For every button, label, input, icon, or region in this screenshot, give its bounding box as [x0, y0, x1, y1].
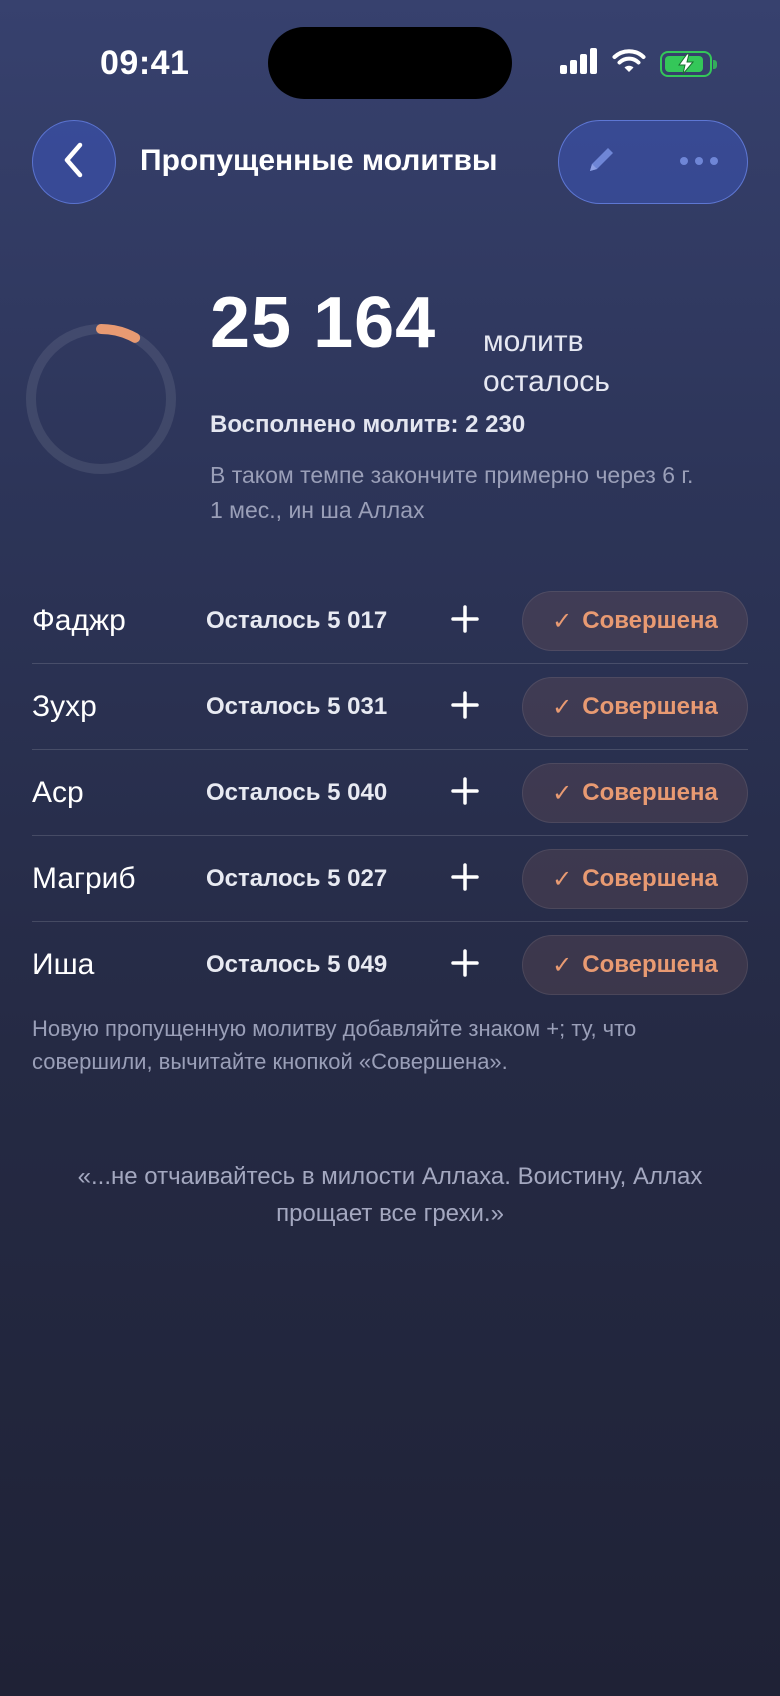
plus-icon: [451, 690, 479, 724]
prayer-name: Магриб: [32, 862, 136, 895]
checkmark-icon: ✓: [552, 607, 573, 635]
checkmark-icon: ✓: [552, 693, 573, 721]
prayer-row-dhuhr: Зухр Осталось 5 031 ✓ Совершена: [32, 664, 748, 750]
mark-done-button[interactable]: ✓ Совершена: [522, 849, 748, 909]
prayer-remaining: Осталось 5 017: [206, 607, 388, 634]
status-bar: 09:41: [0, 0, 780, 120]
add-missed-button[interactable]: [444, 772, 486, 814]
more-button[interactable]: [679, 153, 719, 171]
page-title: Пропущенные молитвы: [140, 144, 498, 177]
remaining-prayers-unit: молитв осталось: [483, 325, 610, 398]
prayer-remaining: Осталось 5 027: [206, 865, 388, 892]
mark-done-button[interactable]: ✓ Совершена: [522, 935, 748, 995]
add-missed-button[interactable]: [444, 858, 486, 900]
mark-done-label: Совершена: [582, 951, 718, 978]
progress-ring: [24, 322, 178, 476]
prayer-name: Аср: [32, 776, 84, 809]
add-missed-button[interactable]: [444, 600, 486, 642]
battery-charging-icon: [660, 50, 717, 77]
prayer-name: Зухр: [32, 690, 97, 723]
prayer-row-maghrib: Магриб Осталось 5 027 ✓ Совершена: [32, 836, 748, 922]
prayer-row-fajr: Фаджр Осталось 5 017 ✓ Совершена: [32, 578, 748, 664]
prayer-row-isha: Иша Осталось 5 049 ✓ Совершена: [32, 922, 748, 1008]
prayer-remaining: Осталось 5 031: [206, 693, 388, 720]
add-missed-button[interactable]: [444, 686, 486, 728]
status-icons: [560, 48, 717, 79]
status-time: 09:41: [100, 44, 190, 82]
navigation-bar: Пропущенные молитвы: [0, 120, 780, 206]
mark-done-label: Совершена: [582, 779, 718, 806]
checkmark-icon: ✓: [552, 951, 573, 979]
prayer-row-asr: Аср Осталось 5 040 ✓ Совершена: [32, 750, 748, 836]
more-dots-icon: [679, 153, 719, 170]
dynamic-island: [268, 27, 512, 99]
checkmark-icon: ✓: [552, 779, 573, 807]
wifi-icon: [612, 48, 646, 79]
edit-button[interactable]: [583, 142, 619, 183]
plus-icon: [451, 776, 479, 810]
nav-actions: [558, 120, 748, 204]
pencil-icon: [583, 147, 619, 182]
chevron-left-icon: [61, 141, 87, 184]
usage-hint: Новую пропущенную молитву добавляйте зна…: [32, 1016, 637, 1074]
remaining-prayers-count: 25 164: [210, 283, 437, 363]
prayer-name: Иша: [32, 948, 95, 981]
cellular-signal-icon: [560, 48, 598, 79]
add-missed-button[interactable]: [444, 944, 486, 986]
mark-done-button[interactable]: ✓ Совершена: [522, 763, 748, 823]
prayer-name: Фаджр: [32, 604, 126, 637]
mark-done-button[interactable]: ✓ Совершена: [522, 591, 748, 651]
mark-done-button[interactable]: ✓ Совершена: [522, 677, 748, 737]
plus-icon: [451, 604, 479, 638]
completed-prayers: Восполнено молитв: 2 230: [210, 411, 526, 438]
quote-text: «...не отчаивайтесь в милости Аллаха. Во…: [77, 1163, 703, 1227]
mark-done-label: Совершена: [582, 865, 718, 892]
prayer-remaining: Осталось 5 040: [206, 779, 388, 806]
prayer-list: Фаджр Осталось 5 017 ✓ Совершена Зухр Ос…: [32, 578, 748, 1008]
mark-done-label: Совершена: [582, 607, 718, 634]
plus-icon: [451, 948, 479, 982]
mark-done-label: Совершена: [582, 693, 718, 720]
forecast-text: В таком темпе закончите примерно через 6…: [210, 462, 694, 523]
checkmark-icon: ✓: [552, 865, 573, 893]
plus-icon: [451, 862, 479, 896]
prayer-remaining: Осталось 5 049: [206, 951, 388, 978]
back-button[interactable]: [32, 120, 116, 204]
